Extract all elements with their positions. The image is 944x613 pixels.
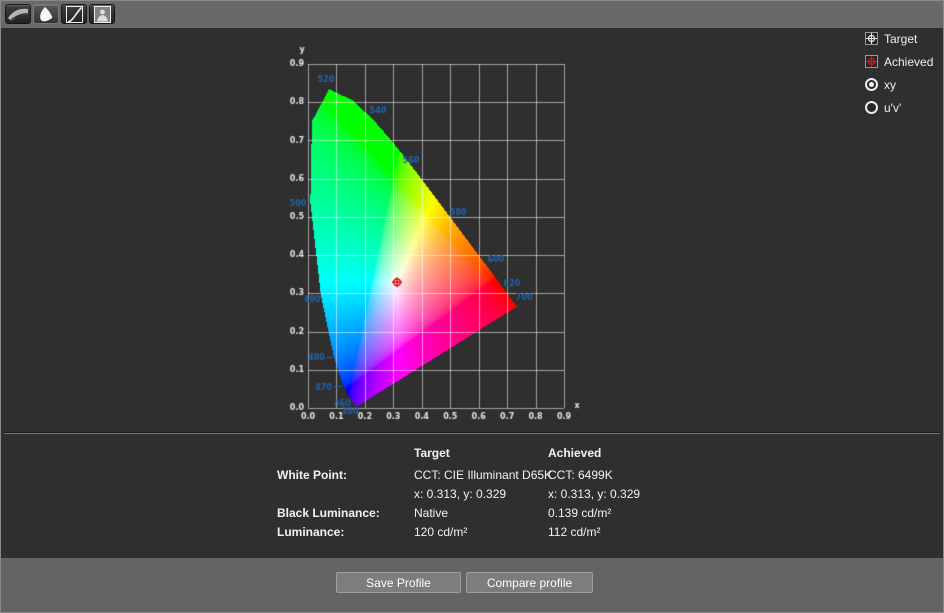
chart-legend: Target Achieved xy u'v' [865, 32, 933, 124]
target-value: CCT: CIE Illuminant D65K [414, 468, 552, 482]
achieved-value: 112 cd/m² [548, 525, 600, 539]
achieved-marker-icon [865, 55, 878, 68]
target-value: x: 0.313, y: 0.329 [414, 487, 506, 501]
gamut-view-button[interactable] [33, 4, 59, 24]
radio-uv-label: u'v' [884, 101, 901, 115]
legend-target: Target [865, 32, 933, 45]
gamut-wedge-icon [7, 6, 29, 22]
radio-xy[interactable]: xy [865, 78, 933, 91]
target-column-header: Target [414, 446, 450, 460]
target-value: 120 cd/m² [414, 525, 467, 539]
white-point-row: White Point: CCT: CIE Illuminant D65K CC… [1, 468, 943, 484]
save-profile-button[interactable]: Save Profile [336, 572, 461, 593]
measurement-view-button[interactable] [5, 4, 31, 24]
luminance-row: Luminance: 120 cd/m² 112 cd/m² [1, 525, 943, 541]
info-header-row: Target Achieved [1, 446, 943, 462]
radio-uv[interactable]: u'v' [865, 101, 933, 114]
row-label: Black Luminance: [277, 506, 380, 520]
app-window: Target Achieved xy u'v' [0, 0, 944, 613]
achieved-column-header: Achieved [548, 446, 601, 460]
footer-bar: Save Profile Compare profile [1, 558, 943, 612]
cie-chart-canvas [286, 39, 596, 424]
black-luminance-row: Black Luminance: Native 0.139 cd/m² [1, 506, 943, 522]
achieved-value: x: 0.313, y: 0.329 [548, 487, 640, 501]
tone-curve-view-button[interactable] [61, 4, 87, 24]
test-image-icon [94, 6, 111, 23]
achieved-value: CCT: 6499K [548, 468, 613, 482]
chart-panel: Target Achieved xy u'v' [1, 28, 943, 432]
radio-unselected-icon [865, 101, 878, 114]
legend-achieved: Achieved [865, 55, 933, 68]
target-value: Native [414, 506, 448, 520]
test-image-view-button[interactable] [89, 4, 115, 24]
achieved-value: 0.139 cd/m² [548, 506, 611, 520]
row-label: White Point: [277, 468, 347, 482]
compare-profile-button[interactable]: Compare profile [466, 572, 593, 593]
toolbar [1, 1, 943, 28]
info-panel: Target Achieved White Point: CCT: CIE Il… [1, 434, 943, 558]
radio-xy-label: xy [884, 78, 896, 92]
cie-horseshoe-icon [37, 6, 55, 23]
row-label: Luminance: [277, 525, 344, 539]
white-point-xy-row: x: 0.313, y: 0.329 x: 0.313, y: 0.329 [1, 487, 943, 503]
target-marker-icon [865, 32, 878, 45]
tone-curve-icon [66, 6, 83, 23]
legend-target-label: Target [884, 32, 917, 46]
legend-achieved-label: Achieved [884, 55, 933, 69]
radio-selected-icon [865, 78, 878, 91]
